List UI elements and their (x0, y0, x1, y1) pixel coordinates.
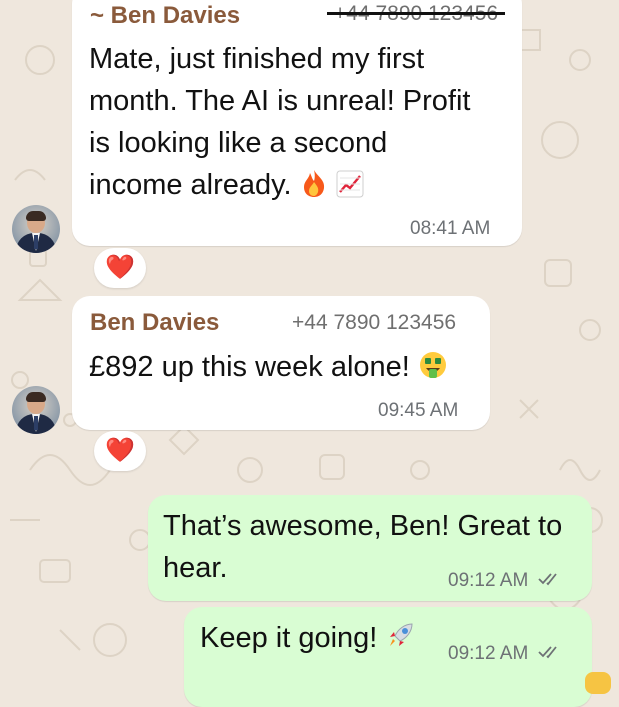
message-text: Mate, just finished my first month. The … (89, 38, 509, 210)
message-timestamp-row: 09:12 AM (448, 570, 562, 592)
contact-avatar[interactable] (12, 205, 60, 253)
message-line: Mate, just finished my first (89, 43, 425, 75)
read-receipt-ticks-icon (537, 643, 562, 665)
money-mouth-face-emoji-icon (418, 350, 448, 392)
message-timestamp: 09:12 AM (448, 570, 529, 592)
message-line: income already. (89, 169, 292, 201)
message-line: That’s awesome, Ben! Great to (163, 510, 563, 542)
sender-name[interactable]: Ben Davies (90, 309, 219, 337)
message-line: month. The AI is unreal! Profit (89, 85, 471, 117)
heart-reaction[interactable]: ❤️ (94, 248, 146, 288)
message-timestamp: 09:45 AM (378, 400, 459, 421)
sender-name[interactable]: ~ Ben Davies (90, 2, 240, 30)
outgoing-message-bubble[interactable]: That’s awesome, Ben! Great to hear. 09:1… (148, 495, 592, 601)
contact-avatar[interactable] (12, 386, 60, 434)
heart-reaction[interactable]: ❤️ (94, 431, 146, 471)
message-timestamp: 09:12 AM (448, 643, 529, 665)
heart-icon: ❤️ (105, 254, 135, 281)
message-text: £892 up this week alone! (89, 346, 479, 392)
message-timestamp-row: 09:12 AM (448, 643, 562, 665)
message-timestamp: 08:41 AM (410, 218, 491, 239)
thumbs-up-reaction-icon (585, 672, 611, 694)
fire-emoji-icon (300, 168, 328, 210)
message-line: is looking like a second (89, 127, 388, 159)
read-receipt-ticks-icon (537, 570, 562, 592)
chart-increasing-emoji-icon (336, 168, 364, 210)
incoming-message-bubble[interactable]: Ben Davies +44 7890 123456 £892 up this … (72, 296, 490, 430)
incoming-message-bubble[interactable]: ~ Ben Davies +44 7890 123456 Mate, just … (72, 0, 522, 246)
rocket-emoji-icon (385, 619, 417, 663)
message-text: Keep it going! (200, 617, 450, 663)
redaction-line (327, 12, 505, 15)
sender-phone: +44 7890 123456 (292, 311, 457, 334)
heart-icon: ❤️ (105, 437, 135, 464)
outgoing-message-bubble[interactable]: Keep it going! 09:12 AM (184, 607, 592, 707)
